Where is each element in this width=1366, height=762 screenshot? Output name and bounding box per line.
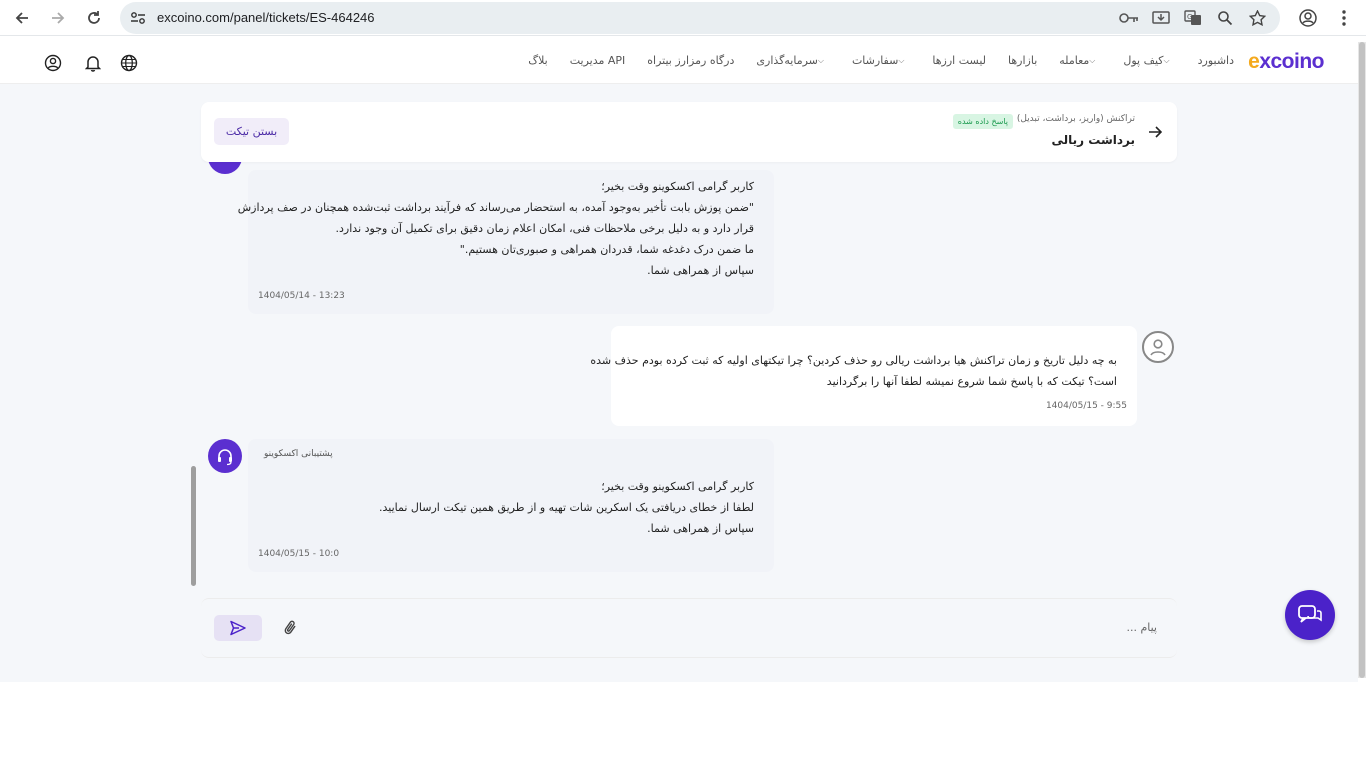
attach-button[interactable] xyxy=(281,618,299,638)
page-scrollbar-thumb[interactable] xyxy=(1359,42,1365,678)
chevron-down-icon: ⌵ xyxy=(898,55,905,65)
site-settings-icon[interactable] xyxy=(130,10,146,26)
nav-item-dashboard[interactable]: داشبورد xyxy=(1198,54,1234,67)
paperclip-icon xyxy=(284,620,296,635)
profile-icon[interactable] xyxy=(1296,7,1320,29)
ticket-header: تراکنش (واریز، برداشت، تبدیل) پاسخ داده … xyxy=(201,102,1177,162)
message-input[interactable] xyxy=(457,617,1157,637)
menu-kebab-icon[interactable] xyxy=(1332,7,1356,29)
nav-item-wallet[interactable]: کیف پول ⌵ xyxy=(1123,54,1175,67)
message-timestamp: 1404/05/15 - 10:0 xyxy=(258,549,340,559)
bell-icon[interactable] xyxy=(83,53,103,73)
nav-item-orders[interactable]: سفارشات ⌵ xyxy=(852,54,910,67)
chat-scrollbar[interactable] xyxy=(191,466,196,586)
bookmark-star-icon[interactable] xyxy=(1246,9,1268,27)
close-ticket-button[interactable]: بستن تیکت xyxy=(214,118,289,145)
user-account-icon[interactable] xyxy=(43,53,63,73)
nav-item-currency-list[interactable]: لیست ارزها xyxy=(932,54,986,67)
main-nav: داشبورد کیف پول ⌵ معامله ⌵ بازارها لیست ار… xyxy=(506,54,1234,67)
browser-toolbar: excoino.com/panel/tickets/ES-464246 G xyxy=(0,0,1366,36)
ticket-title: برداشت ریالی xyxy=(1051,133,1136,147)
status-badge: پاسخ داده شده xyxy=(952,114,1013,129)
nav-item-api-management[interactable]: مدیریت API xyxy=(570,54,626,67)
excoino-logo[interactable]: excoino xyxy=(1248,50,1324,74)
globe-icon[interactable] xyxy=(119,53,139,73)
message-line: "ضمن پوزش بابت تأخیر به‌وجود آمده، به اس… xyxy=(237,201,754,214)
reload-icon[interactable] xyxy=(82,7,106,29)
message-timestamp: 1404/05/14 - 13:23 xyxy=(258,291,345,301)
message-line: کاربر گرامی اکسکوینو وقت بخیر؛ xyxy=(601,480,754,493)
chevron-down-icon: ⌵ xyxy=(1163,55,1170,65)
nav-item-trade[interactable]: معامله ⌵ xyxy=(1059,54,1101,67)
message-line: ما ضمن درک دغدغه شما، قدردان همراهی و صب… xyxy=(459,243,754,256)
message-timestamp: 1404/05/15 - 9:55 xyxy=(1045,401,1127,411)
message-line: به چه دلیل تاریخ و زمان تراکنش هیا برداش… xyxy=(590,354,1117,367)
password-key-icon[interactable] xyxy=(1118,9,1140,27)
site-header: excoino داشبورد کیف پول ⌵ معامله ⌵ بازارها… xyxy=(0,42,1358,84)
install-app-icon[interactable] xyxy=(1150,9,1172,27)
support-chat-button[interactable] xyxy=(1285,590,1335,640)
chevron-down-icon: ⌵ xyxy=(817,55,824,65)
message-line: سپاس از همراهی شما. xyxy=(647,522,754,535)
svg-text:G: G xyxy=(1187,13,1192,21)
message-line: لطفا از خطای دریافتی یک اسکرین شات تهیه … xyxy=(379,501,754,514)
user-message-bubble: به چه دلیل تاریخ و زمان تراکنش هیا برداش… xyxy=(590,326,1137,426)
user-avatar xyxy=(1142,331,1174,363)
ticket-category: تراکنش (واریز، برداشت، تبدیل) xyxy=(1016,114,1135,124)
support-avatar xyxy=(208,439,242,473)
chat-messages: کاربر گرامی اکسکوینو وقت بخیر؛ "ضمن پوزش… xyxy=(201,162,1177,586)
translate-icon[interactable]: G xyxy=(1182,9,1204,27)
nav-item-bitrah-gateway[interactable]: درگاه رمزارز بیتراه xyxy=(647,54,734,67)
message-composer xyxy=(201,598,1177,658)
address-bar[interactable]: excoino.com/panel/tickets/ES-464246 G xyxy=(120,2,1280,34)
zoom-icon[interactable] xyxy=(1214,9,1236,27)
back-arrow-icon[interactable] xyxy=(1145,122,1165,142)
nav-item-markets[interactable]: بازارها xyxy=(1008,54,1037,67)
url-text[interactable]: excoino.com/panel/tickets/ES-464246 xyxy=(157,10,375,25)
forward-arrow-icon[interactable] xyxy=(46,7,70,29)
back-arrow-icon[interactable] xyxy=(10,7,34,29)
nav-item-blog[interactable]: بلاگ xyxy=(528,54,547,67)
page-scrollbar[interactable] xyxy=(1358,42,1366,678)
send-icon xyxy=(230,620,246,636)
message-line: است؟ تیکت که با پاسخ شما شروع نمیشه لطفا… xyxy=(826,375,1117,388)
nav-item-investment[interactable]: سرمایه‌گذاری ⌵ xyxy=(756,54,830,67)
chevron-down-icon: ⌵ xyxy=(1089,55,1096,65)
sender-name: پشتیبانی اکسکوینو xyxy=(264,449,333,459)
support-message-bubble: کاربر گرامی اکسکوینو وقت بخیر؛ "ضمن پوزش… xyxy=(238,170,774,314)
message-line: کاربر گرامی اکسکوینو وقت بخیر؛ xyxy=(601,180,754,193)
send-button[interactable] xyxy=(214,615,262,641)
message-line: سپاس از همراهی شما. xyxy=(647,264,754,277)
message-line: قرار دارد و به دلیل برخی ملاحظات فنی، ام… xyxy=(335,222,754,235)
support-message-bubble: پشتیبانی اکسکوینو کاربر گرامی اکسکوینو و… xyxy=(248,439,774,572)
support-avatar xyxy=(208,162,242,174)
chat-bubbles-icon xyxy=(1298,605,1322,623)
